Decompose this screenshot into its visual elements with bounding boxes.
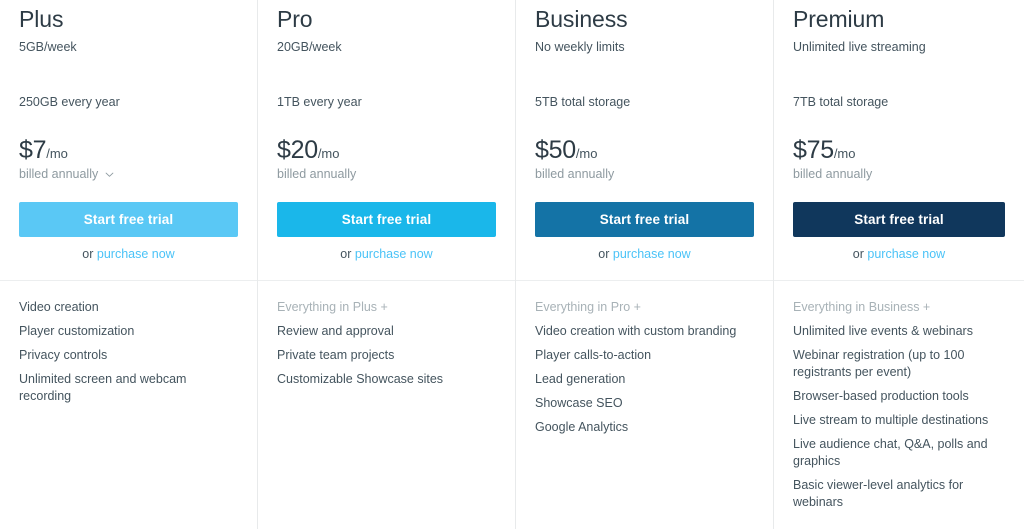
billing-note: billed annually <box>277 167 357 181</box>
feature-item: Customizable Showcase sites <box>277 372 444 386</box>
plan-storage: 1TB every year <box>277 95 362 109</box>
plan-column-premium: Premium Unlimited live streaming 7TB total… <box>774 0 1024 529</box>
purchase-now-link[interactable]: purchase now <box>97 247 175 261</box>
price-amount: $20 <box>277 136 318 164</box>
feature-inherit-note: Everything in Pro + <box>535 300 641 314</box>
price-period: /mo <box>833 146 856 161</box>
plan-price-block: $75/mo billed annually <box>793 136 1005 183</box>
plan-header: Premium Unlimited live streaming 7TB total… <box>774 0 1024 281</box>
feature-item: Privacy controls <box>19 348 108 362</box>
billing-note: billed annually <box>535 167 615 181</box>
purchase-prefix: or <box>82 247 97 261</box>
plan-column-plus: Plus 5GB/week 250GB every year $7/mo billed … <box>0 0 258 529</box>
purchase-now-link[interactable]: purchase now <box>867 247 945 261</box>
feature-item: Lead generation <box>535 372 626 386</box>
plan-tagline: 20GB/week <box>277 40 342 54</box>
billing-note: billed annually <box>793 167 873 181</box>
purchase-prefix: or <box>340 247 355 261</box>
start-free-trial-button[interactable]: Start free trial <box>793 202 1005 237</box>
plan-column-pro: Pro 20GB/week 1TB every year $20/mo billed a… <box>258 0 516 529</box>
plan-storage: 7TB total storage <box>793 95 889 109</box>
plan-price-block: $20/mo billed annually <box>277 136 496 183</box>
feature-item: Live audience chat, Q&A, polls and graph… <box>793 437 988 468</box>
feature-inherit-note: Everything in Business + <box>793 300 931 314</box>
start-free-trial-button[interactable]: Start free trial <box>277 202 496 237</box>
feature-item: Unlimited screen and webcam recording <box>19 372 187 403</box>
plan-name: Pro <box>277 6 313 32</box>
purchase-now-link[interactable]: purchase now <box>355 247 433 261</box>
feature-item: Private team projects <box>277 348 395 362</box>
plan-tagline: Unlimited live streaming <box>793 40 926 54</box>
feature-item: Google Analytics <box>535 420 629 434</box>
plan-name: Business <box>535 6 628 32</box>
feature-item: Basic viewer-level analytics for webinar… <box>793 478 964 509</box>
start-free-trial-button[interactable]: Start free trial <box>535 202 754 237</box>
feature-item: Video creation with custom branding <box>535 324 737 338</box>
purchase-prefix: or <box>598 247 613 261</box>
price-period: /mo <box>575 146 598 161</box>
feature-item: Unlimited live events & webinars <box>793 324 973 338</box>
feature-item: Review and approval <box>277 324 394 338</box>
pricing-table: Plus 5GB/week 250GB every year $7/mo billed … <box>0 0 1024 529</box>
price-period: /mo <box>46 146 68 161</box>
plan-header: Pro 20GB/week 1TB every year $20/mo billed a… <box>258 0 515 281</box>
feature-item: Showcase SEO <box>535 396 623 410</box>
plan-feature-list: Everything in Pro + Video creation with c… <box>516 281 773 529</box>
feature-item: Player customization <box>19 324 135 338</box>
feature-item: Browser-based production tools <box>793 389 969 403</box>
plan-name: Premium <box>793 6 885 32</box>
plan-price: $20/mo <box>277 136 496 164</box>
plan-tagline: 5GB/week <box>19 40 77 54</box>
price-amount: $75 <box>793 136 834 164</box>
plan-storage: 250GB every year <box>19 95 120 109</box>
feature-inherit-note: Everything in Plus + <box>277 300 388 314</box>
plan-price: $7/mo <box>19 136 238 164</box>
plan-price: $50/mo <box>535 136 754 164</box>
plan-header: Plus 5GB/week 250GB every year $7/mo billed … <box>0 0 257 281</box>
plan-price: $75/mo <box>793 136 1005 164</box>
start-free-trial-button[interactable]: Start free trial <box>19 202 238 237</box>
plan-storage: 5TB total storage <box>535 95 631 109</box>
billing-row: billed annually <box>793 166 1005 183</box>
price-amount: $50 <box>535 136 576 164</box>
plan-feature-list: Everything in Plus + Review and approval P… <box>258 281 515 529</box>
plan-feature-list: Video creation Player customization Privac… <box>0 281 257 529</box>
billing-row: billed annually <box>535 166 754 183</box>
feature-item: Player calls-to-action <box>535 348 652 362</box>
billing-row: billed annually <box>277 166 496 183</box>
plan-feature-list: Everything in Business + Unlimited live e… <box>774 281 1024 529</box>
purchase-row: or purchase now <box>277 246 496 263</box>
purchase-row: or purchase now <box>535 246 754 263</box>
plan-price-block: $7/mo billed annually <box>19 136 238 183</box>
price-period: /mo <box>317 146 340 161</box>
price-amount: $7 <box>19 136 47 164</box>
purchase-row: or purchase now <box>19 246 238 263</box>
plan-name: Plus <box>19 6 64 32</box>
purchase-now-link[interactable]: purchase now <box>613 247 691 261</box>
billing-row[interactable]: billed annually <box>19 166 238 183</box>
plan-tagline: No weekly limits <box>535 40 625 54</box>
feature-item: Video creation <box>19 300 99 314</box>
feature-item: Webinar registration (up to 100 registra… <box>793 348 965 379</box>
purchase-prefix: or <box>852 247 868 261</box>
plan-header: Business No weekly limits 5TB total storag… <box>516 0 773 281</box>
billing-note: billed annually <box>19 167 99 181</box>
plan-column-business: Business No weekly limits 5TB total storag… <box>516 0 774 529</box>
purchase-row: or purchase now <box>793 246 1005 263</box>
plan-price-block: $50/mo billed annually <box>535 136 754 183</box>
feature-item: Live stream to multiple destinations <box>793 413 989 427</box>
chevron-down-icon[interactable] <box>105 170 114 179</box>
